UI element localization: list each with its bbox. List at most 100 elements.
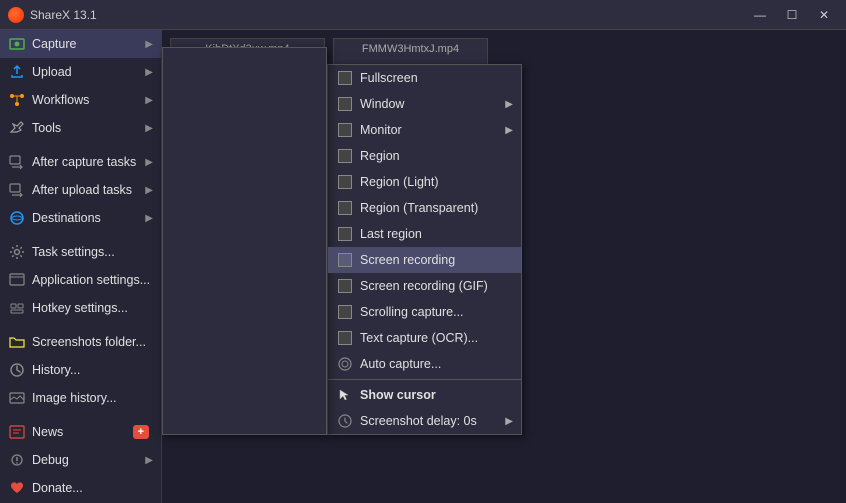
upload-icon: [8, 63, 26, 81]
sidebar-item-task-settings-label: Task settings...: [32, 245, 153, 259]
menu-item-screenshot-delay-label: Screenshot delay: 0s: [360, 414, 505, 428]
region-transparent-icon: [336, 199, 354, 217]
menu-item-text-capture[interactable]: Text capture (OCR)...: [328, 325, 521, 351]
menu-item-region-transparent[interactable]: Region (Transparent): [328, 195, 521, 221]
menu-item-screenshot-delay[interactable]: Screenshot delay: 0s ▶: [328, 408, 521, 434]
menu-item-scrolling-capture-label: Scrolling capture...: [360, 305, 513, 319]
donate-icon: [8, 479, 26, 497]
menu-item-screen-recording[interactable]: Screen recording: [328, 247, 521, 273]
sidebar-item-history[interactable]: History...: [0, 356, 161, 384]
window-icon: [336, 95, 354, 113]
image-history-icon: [8, 389, 26, 407]
sidebar-item-hotkey-settings[interactable]: Hotkey settings...: [0, 294, 161, 322]
debug-icon: [8, 451, 26, 469]
sidebar-item-destinations-label: Destinations: [32, 211, 145, 225]
sidebar-item-after-upload-label: After upload tasks: [32, 183, 145, 197]
menu-item-window[interactable]: Window ▶: [328, 91, 521, 117]
sidebar-item-news-label: News: [32, 425, 133, 439]
sidebar-item-debug[interactable]: Debug ▶: [0, 446, 161, 474]
capture-icon: [8, 35, 26, 53]
sidebar-item-tools-label: Tools: [32, 121, 145, 135]
sidebar-item-after-capture[interactable]: After capture tasks ▶: [0, 148, 161, 176]
destinations-icon: [8, 209, 26, 227]
dropdown-overlay: Fullscreen Window ▶ Monitor ▶ Regio: [162, 30, 846, 503]
menu-item-screen-recording-gif[interactable]: Screen recording (GIF): [328, 273, 521, 299]
menu-item-fullscreen[interactable]: Fullscreen: [328, 65, 521, 91]
capture-submenu[interactable]: Fullscreen Window ▶ Monitor ▶ Regio: [327, 64, 522, 435]
screenshot-delay-arrow: ▶: [505, 416, 513, 427]
news-icon: [8, 423, 26, 441]
menu-item-window-label: Window: [360, 97, 505, 111]
menu-item-last-region-label: Last region: [360, 227, 513, 241]
menu-item-screen-recording-label: Screen recording: [360, 253, 513, 267]
sidebar-item-after-upload[interactable]: After upload tasks ▶: [0, 176, 161, 204]
sidebar-item-debug-label: Debug: [32, 453, 145, 467]
menu-item-scrolling-capture[interactable]: Scrolling capture...: [328, 299, 521, 325]
news-badge: +: [133, 425, 149, 439]
sidebar-item-image-history-label: Image history...: [32, 391, 153, 405]
sidebar: Capture ▶ Upload ▶ Workflows ▶: [0, 30, 162, 503]
sidebar-item-donate[interactable]: Donate...: [0, 474, 161, 502]
app-icon: [8, 7, 24, 23]
monitor-icon: [336, 121, 354, 139]
workflows-arrow: ▶: [145, 95, 153, 106]
menu-item-auto-capture-label: Auto capture...: [360, 357, 513, 371]
auto-capture-icon: [336, 355, 354, 373]
sidebar-item-app-settings[interactable]: Application settings...: [0, 266, 161, 294]
sidebar-item-capture[interactable]: Capture ▶: [0, 30, 161, 58]
sidebar-item-donate-label: Donate...: [32, 481, 153, 495]
menu-item-region[interactable]: Region: [328, 143, 521, 169]
main-container: Capture ▶ Upload ▶ Workflows ▶: [0, 30, 846, 503]
content-area: KjbDtXd3uw.mp4 FMMW3HmtxJ.mp4: [162, 30, 846, 503]
menu-item-last-region[interactable]: Last region: [328, 221, 521, 247]
sidebar-item-upload[interactable]: Upload ▶: [0, 58, 161, 86]
after-capture-icon: [8, 153, 26, 171]
menu-item-text-capture-label: Text capture (OCR)...: [360, 331, 513, 345]
sidebar-item-after-capture-label: After capture tasks: [32, 155, 145, 169]
app-settings-icon: [8, 271, 26, 289]
sidebar-item-workflows[interactable]: Workflows ▶: [0, 86, 161, 114]
screen-recording-icon: [336, 251, 354, 269]
menu-item-monitor[interactable]: Monitor ▶: [328, 117, 521, 143]
menu-item-fullscreen-label: Fullscreen: [360, 71, 513, 85]
sidebar-capture-flyout: [162, 47, 327, 435]
menu-item-screen-recording-gif-label: Screen recording (GIF): [360, 279, 513, 293]
close-button[interactable]: ✕: [810, 5, 838, 25]
tools-icon: [8, 119, 26, 137]
scrolling-capture-icon: [336, 303, 354, 321]
menu-item-region-label: Region: [360, 149, 513, 163]
sidebar-item-destinations[interactable]: Destinations ▶: [0, 204, 161, 232]
sidebar-item-tools[interactable]: Tools ▶: [0, 114, 161, 142]
capture-arrow: ▶: [145, 39, 153, 50]
region-icon: [336, 147, 354, 165]
after-capture-arrow: ▶: [145, 157, 153, 168]
menu-item-region-transparent-label: Region (Transparent): [360, 201, 513, 215]
workflows-icon: [8, 91, 26, 109]
upload-arrow: ▶: [145, 67, 153, 78]
sidebar-item-screenshots-folder[interactable]: Screenshots folder...: [0, 328, 161, 356]
region-light-icon: [336, 173, 354, 191]
sidebar-item-task-settings[interactable]: Task settings...: [0, 238, 161, 266]
sidebar-item-capture-label: Capture: [32, 37, 145, 51]
menu-sep-1: [328, 379, 521, 380]
task-settings-icon: [8, 243, 26, 261]
title-bar-text: ShareX 13.1: [30, 8, 746, 22]
show-cursor-icon: [336, 386, 354, 404]
after-upload-icon: [8, 181, 26, 199]
monitor-arrow: ▶: [505, 125, 513, 136]
last-region-icon: [336, 225, 354, 243]
menu-item-show-cursor-label: Show cursor: [360, 388, 513, 402]
sidebar-item-image-history[interactable]: Image history...: [0, 384, 161, 412]
title-bar-buttons: — ☐ ✕: [746, 5, 838, 25]
menu-item-region-light[interactable]: Region (Light): [328, 169, 521, 195]
tools-arrow: ▶: [145, 123, 153, 134]
menu-item-auto-capture[interactable]: Auto capture...: [328, 351, 521, 377]
destinations-arrow: ▶: [145, 213, 153, 224]
minimize-button[interactable]: —: [746, 5, 774, 25]
maximize-button[interactable]: ☐: [778, 5, 806, 25]
sidebar-item-workflows-label: Workflows: [32, 93, 145, 107]
hotkey-settings-icon: [8, 299, 26, 317]
menu-item-show-cursor[interactable]: Show cursor: [328, 382, 521, 408]
title-bar: ShareX 13.1 — ☐ ✕: [0, 0, 846, 30]
sidebar-item-news[interactable]: News +: [0, 418, 161, 446]
